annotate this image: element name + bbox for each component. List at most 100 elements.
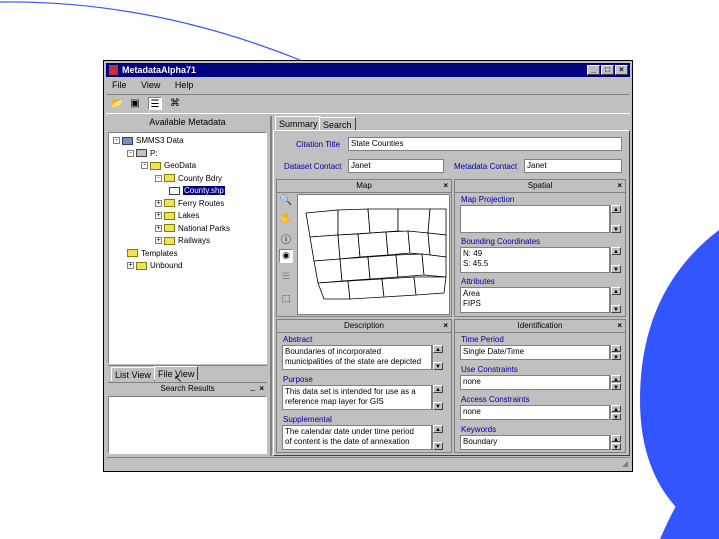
purpose-scrollbar[interactable]: ▲ ▼ (432, 385, 443, 410)
attributes-scrollbar[interactable]: ▲ ▼ (610, 287, 621, 313)
menu-help[interactable]: Help (175, 80, 194, 90)
scroll-down-icon[interactable]: ▼ (433, 442, 443, 450)
scroll-up-icon[interactable]: ▲ (611, 375, 621, 383)
map-close-icon[interactable]: × (443, 180, 448, 192)
scroll-up-icon[interactable]: ▲ (433, 385, 443, 393)
close-button[interactable]: × (615, 65, 628, 75)
tab-search[interactable]: Search (319, 117, 356, 131)
description-close-icon[interactable]: × (443, 320, 448, 332)
tree-item[interactable]: Templates (127, 248, 177, 259)
zoom-icon[interactable]: 🔍 (279, 195, 293, 209)
search-results-list[interactable] (108, 396, 267, 454)
identification-close-icon[interactable]: × (617, 320, 622, 332)
access-constraints-field[interactable]: none (460, 405, 610, 420)
use-constraints-field[interactable]: none (460, 375, 610, 390)
expand-icon[interactable]: + (155, 212, 162, 220)
abstract-field[interactable]: Boundaries of incorporated municipalitie… (282, 345, 432, 370)
tree-item[interactable]: + Railways (155, 235, 210, 246)
scroll-down-icon[interactable]: ▼ (611, 353, 621, 361)
bounding-scrollbar[interactable]: ▲ ▼ (610, 247, 621, 273)
scroll-up-icon[interactable]: ▲ (611, 345, 621, 353)
scroll-up-icon[interactable]: ▲ (611, 287, 621, 295)
collapse-icon[interactable]: - (113, 137, 120, 145)
file-icon (169, 186, 180, 195)
tab-list-view[interactable]: List View (111, 367, 155, 381)
tree-item[interactable]: - P: (127, 148, 158, 159)
keywords-field[interactable]: Boundary (460, 435, 610, 450)
collapse-icon[interactable]: - (141, 162, 148, 170)
collapse-icon[interactable]: - (155, 174, 162, 182)
select-box-icon[interactable]: ⬚ (279, 293, 293, 307)
access-constraints-scrollbar[interactable]: ▲ ▼ (610, 405, 621, 421)
menu-file[interactable]: File (112, 80, 127, 90)
scroll-up-icon[interactable]: ▲ (611, 435, 621, 443)
tab-summary[interactable]: Summary (275, 116, 322, 130)
supplemental-line: The calendar date under time period (285, 427, 414, 436)
scroll-up-icon[interactable]: ▲ (611, 205, 621, 213)
time-period-scrollbar[interactable]: ▲ ▼ (610, 345, 621, 361)
tree-item[interactable]: + Unbound (127, 260, 182, 271)
tree-item[interactable]: - County Bdry (155, 173, 222, 184)
metadata-tree[interactable]: - SMMS3 Data - P: - GeoData - County Bdry County… (108, 132, 267, 364)
dataset-contact-field[interactable]: Janet (348, 159, 444, 173)
scroll-down-icon[interactable]: ▼ (611, 413, 621, 421)
close-pane-icon[interactable]: × (259, 383, 264, 395)
scroll-down-icon[interactable]: ▼ (611, 225, 621, 233)
scroll-down-icon[interactable]: ▼ (433, 362, 443, 370)
minimize-pane-icon[interactable]: _ (251, 381, 255, 393)
map-projection-scrollbar[interactable]: ▲ ▼ (610, 205, 621, 233)
citation-title-field[interactable]: State Counties (348, 137, 622, 151)
bounding-coordinates-field[interactable]: N: 49 S: 45.5 (460, 247, 610, 273)
scroll-up-icon[interactable]: ▲ (433, 425, 443, 433)
tree-item[interactable]: - SMMS3 Data (113, 135, 184, 146)
summary-panel: Citation Title State Counties Dataset Co… (273, 130, 630, 456)
globe-icon[interactable]: ◉ (279, 249, 293, 263)
scroll-down-icon[interactable]: ▼ (433, 402, 443, 410)
menu-view[interactable]: View (141, 80, 160, 90)
minimize-button[interactable]: _ (587, 65, 600, 75)
use-constraints-scrollbar[interactable]: ▲ ▼ (610, 375, 621, 391)
pan-hand-icon[interactable]: ✋ (279, 213, 293, 227)
tree-item[interactable]: - GeoData (141, 160, 196, 171)
keywords-scrollbar[interactable]: ▲ ▼ (610, 435, 621, 451)
scroll-up-icon[interactable]: ▲ (433, 345, 443, 353)
expand-icon[interactable]: + (155, 224, 162, 232)
metadata-contact-field[interactable]: Janet (524, 159, 622, 173)
scroll-down-icon[interactable]: ▼ (611, 383, 621, 391)
spatial-close-icon[interactable]: × (617, 180, 622, 192)
scroll-up-icon[interactable]: ▲ (611, 405, 621, 413)
supplemental-scrollbar[interactable]: ▲ ▼ (432, 425, 443, 450)
save-icon[interactable]: ▣ (128, 97, 142, 110)
info-icon[interactable]: ⓘ (279, 231, 293, 246)
collapse-icon[interactable]: - (127, 149, 134, 157)
maximize-button[interactable]: □ (601, 65, 614, 75)
scroll-down-icon[interactable]: ▼ (611, 305, 621, 313)
attributes-field[interactable]: Area FIPS (460, 287, 610, 313)
map-projection-field[interactable] (460, 205, 610, 233)
scroll-up-icon[interactable]: ▲ (611, 247, 621, 255)
open-icon[interactable]: 📂 (110, 97, 124, 110)
tree-item[interactable]: + Ferry Routes (155, 198, 224, 209)
tree-item[interactable]: + Lakes (155, 210, 199, 221)
map-canvas[interactable] (297, 194, 450, 315)
network-icon[interactable]: ⌘ (168, 97, 182, 110)
tree-item[interactable]: + National Parks (155, 223, 230, 234)
supplemental-field[interactable]: The calendar date under time period of c… (282, 425, 432, 450)
status-bar: ◢ (106, 457, 630, 470)
resize-grip-icon[interactable]: ◢ (622, 459, 628, 468)
expand-icon[interactable]: + (155, 237, 162, 245)
purpose-field[interactable]: This data set is intended for use as a r… (282, 385, 432, 410)
tree-item[interactable]: County.shp (169, 185, 225, 196)
pane-splitter[interactable] (270, 116, 272, 456)
scroll-down-icon[interactable]: ▼ (611, 443, 621, 451)
expand-icon[interactable]: + (155, 199, 162, 207)
scroll-down-icon[interactable]: ▼ (611, 265, 621, 273)
abstract-scrollbar[interactable]: ▲ ▼ (432, 345, 443, 370)
legend-icon[interactable]: ☰ (279, 271, 293, 283)
bounding-coordinates-label: Bounding Coordinates (461, 237, 541, 246)
expand-icon[interactable]: + (127, 262, 134, 270)
list-icon[interactable]: ☰ (148, 97, 162, 110)
time-period-field[interactable]: Single Date/Time (460, 345, 610, 360)
supplemental-line: of content is the date of annexation (285, 437, 410, 446)
spatial-section: Spatial × Map Projection ▲ ▼ Bounding Coor… (454, 179, 626, 317)
